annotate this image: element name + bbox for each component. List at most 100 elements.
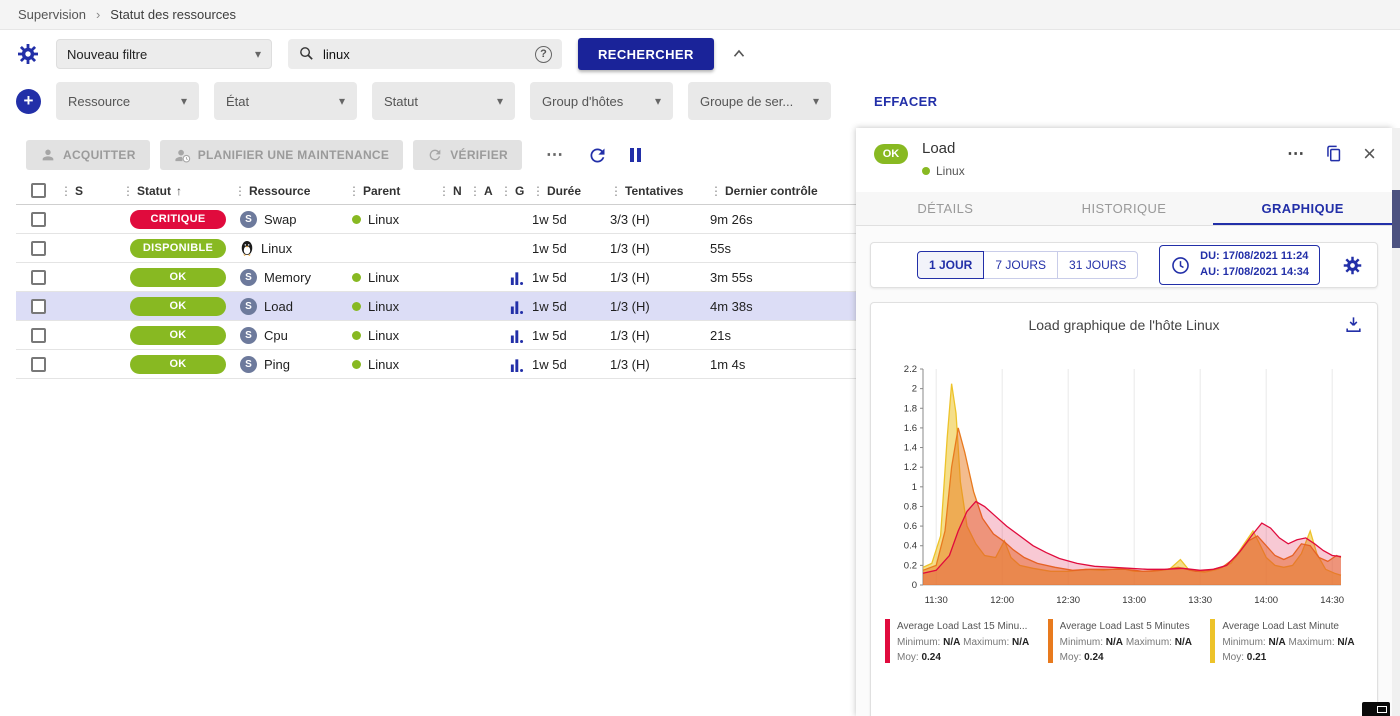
resource-name[interactable]: Cpu (264, 328, 288, 343)
svg-text:14:30: 14:30 (1320, 595, 1344, 606)
table-row-swap[interactable]: CRITIQUE S Swap Linux 1w 5d 3/3 (H) 9m 2… (16, 205, 856, 234)
saved-filter-select[interactable]: Nouveau filtre ▾ (56, 39, 272, 69)
filter-settings-gear-icon[interactable] (16, 42, 40, 66)
column-header-g[interactable]: ⋮ G (500, 184, 532, 198)
export-download-icon[interactable] (1344, 315, 1363, 334)
row-checkbox[interactable] (31, 328, 46, 343)
tab-historique[interactable]: HISTORIQUE (1035, 192, 1214, 225)
graph-icon[interactable] (509, 298, 524, 314)
clear-filters-button[interactable]: EFFACER (874, 94, 937, 109)
row-checkbox[interactable] (31, 357, 46, 372)
graph-icon[interactable] (509, 327, 524, 343)
acknowledge-button[interactable]: ACQUITTER (26, 140, 150, 170)
table-header-row: ⋮ S ⋮ Statut ↑ ⋮ Ressource ⋮ Parent ⋮ N … (16, 177, 856, 205)
search-input[interactable] (323, 47, 527, 62)
parent-name[interactable]: Linux (368, 328, 399, 343)
graph-icon[interactable] (509, 356, 524, 372)
svg-text:1.2: 1.2 (904, 462, 917, 473)
svg-text:0.2: 0.2 (904, 560, 917, 571)
legend-item-load5[interactable]: Average Load Last 5 Minutes Minimum: N/A… (1048, 619, 1201, 666)
parent-name[interactable]: Linux (368, 357, 399, 372)
more-actions-icon[interactable]: ⋯ (538, 145, 571, 165)
resource-name[interactable]: Ping (264, 357, 290, 372)
column-header-duration[interactable]: ⋮ Durée (532, 184, 610, 198)
drag-handle-icon[interactable]: ⋮ (438, 184, 450, 198)
set-downtime-button[interactable]: PLANIFIER UNE MAINTENANCE (160, 140, 404, 170)
drag-handle-icon[interactable]: ⋮ (710, 184, 722, 198)
criteria-servicegroup-select[interactable]: Groupe de ser... ▾ (688, 82, 831, 120)
column-header-parent[interactable]: ⋮ Parent (348, 184, 438, 198)
panel-more-actions-icon[interactable]: ⋯ (1287, 149, 1304, 159)
drag-handle-icon[interactable]: ⋮ (469, 184, 481, 198)
resource-name[interactable]: Load (264, 299, 293, 314)
drag-handle-icon[interactable]: ⋮ (610, 184, 622, 198)
last-check-cell: 3m 55s (710, 270, 856, 285)
breadcrumb-statut-ressources[interactable]: Statut des ressources (110, 7, 236, 22)
criteria-etat-select[interactable]: État ▾ (214, 82, 357, 120)
column-header-last-check[interactable]: ⋮ Dernier contrôle (710, 184, 856, 198)
resource-name[interactable]: Linux (261, 241, 292, 256)
criteria-hostgroup-select[interactable]: Group d'hôtes ▾ (530, 82, 673, 120)
criteria-statut-select[interactable]: Statut ▾ (372, 82, 515, 120)
refresh-icon[interactable] (581, 145, 614, 166)
graph-settings-gear-icon[interactable] (1342, 255, 1363, 276)
drag-handle-icon[interactable]: ⋮ (532, 184, 544, 198)
tab-graphique[interactable]: GRAPHIQUE (1213, 192, 1392, 225)
close-panel-icon[interactable]: × (1363, 145, 1376, 163)
pause-autorefresh-icon[interactable] (624, 148, 647, 162)
tab-details[interactable]: DÉTAILS (856, 192, 1035, 225)
table-row-memory[interactable]: OK S Memory Linux 1w 5d 1/3 (H) 3m 55s (16, 263, 856, 292)
screencast-indicator-icon (1362, 702, 1390, 716)
table-row-ping[interactable]: OK S Ping Linux 1w 5d 1/3 (H) 1m 4s (16, 350, 856, 379)
range-31-days-button[interactable]: 31 JOURS (1057, 251, 1138, 279)
panel-title: Load (922, 140, 965, 157)
search-button[interactable]: RECHERCHER (578, 38, 714, 70)
table-row-linux[interactable]: DISPONIBLE Linux 1w 5d 1/3 (H) 55s (16, 234, 856, 263)
column-label-parent: Parent (363, 184, 400, 198)
check-button[interactable]: VÉRIFIER (413, 140, 522, 170)
tries-cell: 3/3 (H) (610, 212, 710, 227)
resource-name[interactable]: Memory (264, 270, 311, 285)
drag-handle-icon[interactable]: ⋮ (500, 184, 512, 198)
select-all-checkbox[interactable] (31, 183, 46, 198)
custom-date-range-picker[interactable]: DU: 17/08/2021 11:24 AU: 17/08/2021 14:3… (1159, 245, 1320, 285)
search-box[interactable]: ? (288, 39, 562, 69)
parent-name[interactable]: Linux (368, 270, 399, 285)
range-1-day-button[interactable]: 1 JOUR (917, 251, 984, 279)
column-header-tries[interactable]: ⋮ Tentatives (610, 184, 710, 198)
column-header-severity[interactable]: ⋮ S (60, 184, 122, 198)
drag-handle-icon[interactable]: ⋮ (348, 184, 360, 198)
row-checkbox[interactable] (31, 212, 46, 227)
drag-handle-icon[interactable]: ⋮ (234, 184, 246, 198)
row-checkbox[interactable] (31, 270, 46, 285)
criteria-resource-select[interactable]: Ressource ▾ (56, 82, 199, 120)
panel-scrollbar[interactable] (1392, 128, 1400, 716)
panel-parent-name[interactable]: Linux (936, 164, 965, 178)
drag-handle-icon[interactable]: ⋮ (60, 184, 72, 198)
graph-icon[interactable] (509, 269, 524, 285)
help-icon[interactable]: ? (535, 46, 552, 63)
add-criteria-button[interactable]: + (16, 89, 41, 114)
row-checkbox[interactable] (31, 299, 46, 314)
load-area-chart[interactable]: 11:3012:0012:3013:0013:3014:0014:3000.20… (891, 359, 1357, 611)
breadcrumb-supervision[interactable]: Supervision (18, 7, 86, 22)
column-header-status[interactable]: ⋮ Statut ↑ (122, 184, 234, 198)
resource-name[interactable]: Swap (264, 212, 297, 227)
row-checkbox[interactable] (31, 241, 46, 256)
sort-asc-icon[interactable]: ↑ (176, 184, 182, 198)
table-row-cpu[interactable]: OK S Cpu Linux 1w 5d 1/3 (H) 21s (16, 321, 856, 350)
scrollbar-thumb[interactable] (1392, 190, 1400, 248)
column-header-resource[interactable]: ⋮ Ressource (234, 184, 348, 198)
legend-item-load1[interactable]: Average Load Last Minute Minimum: N/A Ma… (1210, 619, 1363, 666)
table-row-load[interactable]: OK S Load Linux 1w 5d 1/3 (H) 4m 38s (16, 292, 856, 321)
parent-name[interactable]: Linux (368, 299, 399, 314)
copy-link-icon[interactable] (1324, 144, 1343, 163)
drag-handle-icon[interactable]: ⋮ (122, 184, 134, 198)
range-7-days-button[interactable]: 7 JOURS (983, 251, 1058, 279)
parent-name[interactable]: Linux (368, 212, 399, 227)
column-label-tries: Tentatives (625, 184, 683, 198)
column-header-n[interactable]: ⋮ N (438, 184, 469, 198)
collapse-filters-chevron-up-icon[interactable] (730, 45, 748, 63)
legend-item-load15[interactable]: Average Load Last 15 Minu... Minimum: N/… (885, 619, 1038, 666)
column-header-a[interactable]: ⋮ A (469, 184, 500, 198)
